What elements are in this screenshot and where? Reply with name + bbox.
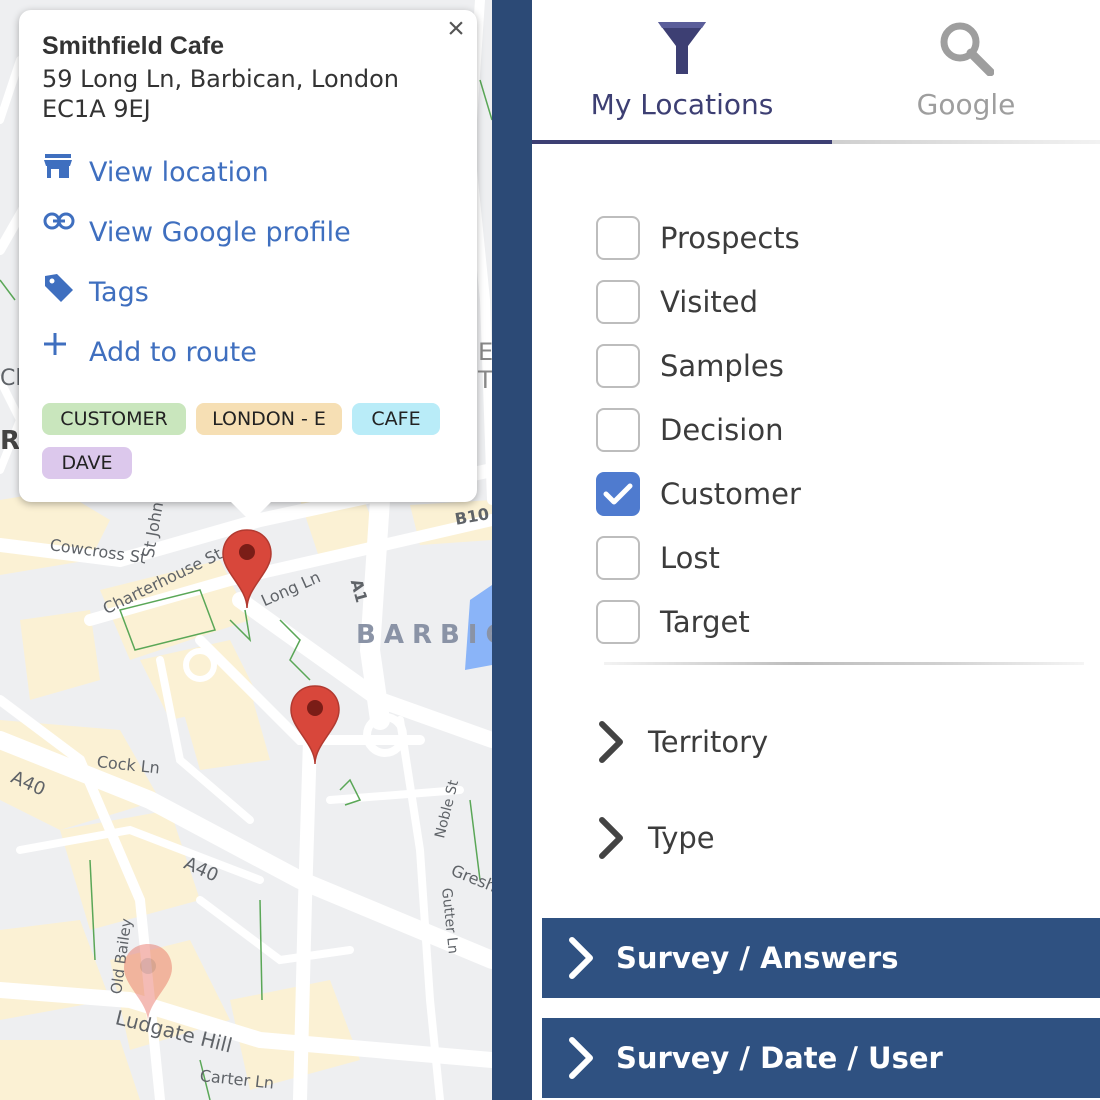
expander-label: Type bbox=[648, 821, 715, 855]
expander-territory[interactable]: Territory bbox=[596, 720, 768, 764]
filter-label: Samples bbox=[660, 349, 784, 383]
accordion-survey-answers[interactable]: Survey / Answers bbox=[542, 918, 1100, 998]
filter-prospects[interactable]: Prospects bbox=[596, 214, 800, 262]
tab-my-locations[interactable]: My Locations bbox=[532, 0, 832, 142]
map-edge-label: R bbox=[0, 426, 21, 456]
tag-icon bbox=[43, 274, 77, 309]
filter-decision[interactable]: Decision bbox=[596, 406, 783, 454]
chevron-right-icon bbox=[569, 1037, 593, 1079]
accordion-survey-date-user[interactable]: Survey / Date / User bbox=[542, 1018, 1100, 1098]
checkbox-checked[interactable] bbox=[596, 472, 640, 516]
filter-icon bbox=[656, 20, 708, 81]
filter-visited[interactable]: Visited bbox=[596, 278, 758, 326]
map-pin-faded[interactable] bbox=[122, 942, 174, 1022]
filter-target[interactable]: Target bbox=[596, 598, 750, 646]
section-divider bbox=[604, 662, 1084, 665]
popup-pointer bbox=[229, 500, 273, 522]
address-line-2: EC1A 9EJ bbox=[42, 95, 151, 123]
address-line-1: 59 Long Ln, Barbican, London bbox=[42, 65, 399, 93]
chevron-right-icon bbox=[599, 817, 623, 859]
tag-badge[interactable]: DAVE bbox=[42, 447, 132, 479]
view-location-label: View location bbox=[89, 156, 269, 188]
filter-label: Visited bbox=[660, 285, 759, 319]
store-icon bbox=[43, 154, 77, 189]
location-title: Smithfield Cafe bbox=[42, 32, 224, 60]
location-address: 59 Long Ln, Barbican, London EC1A 9EJ bbox=[42, 64, 399, 124]
location-info-popup: × Smithfield Cafe 59 Long Ln, Barbican, … bbox=[19, 10, 477, 502]
view-google-profile-label: View Google profile bbox=[89, 216, 351, 248]
filter-label: Lost bbox=[660, 541, 720, 575]
map-pin-selected[interactable] bbox=[221, 528, 273, 608]
checkbox[interactable] bbox=[596, 216, 640, 260]
tab-indicator-active bbox=[532, 140, 832, 144]
tab-indicator bbox=[832, 140, 1100, 144]
filter-label: Target bbox=[660, 605, 750, 639]
tags-label: Tags bbox=[89, 276, 149, 308]
district-label-barbican: BARBIC bbox=[356, 620, 492, 650]
panel-divider bbox=[492, 0, 532, 1100]
search-icon bbox=[938, 20, 995, 81]
add-to-route-link[interactable]: Add to route bbox=[43, 332, 257, 372]
filter-panel: My Locations Google Prospects Visited Sa… bbox=[532, 0, 1100, 1100]
checkbox[interactable] bbox=[596, 536, 640, 580]
add-to-route-label: Add to route bbox=[89, 336, 257, 368]
filter-customer[interactable]: Customer bbox=[596, 470, 801, 518]
tag-badge[interactable]: CUSTOMER bbox=[42, 403, 186, 435]
tab-google[interactable]: Google bbox=[832, 0, 1100, 142]
tab-label: My Locations bbox=[590, 88, 774, 121]
view-google-profile-link[interactable]: View Google profile bbox=[43, 212, 351, 252]
map-edge-label: E bbox=[478, 338, 492, 366]
tags-link[interactable]: Tags bbox=[43, 272, 149, 312]
chevron-right-icon bbox=[569, 937, 593, 979]
filter-lost[interactable]: Lost bbox=[596, 534, 720, 582]
link-icon bbox=[43, 212, 77, 249]
accordion-label: Survey / Date / User bbox=[616, 1041, 943, 1075]
expander-label: Territory bbox=[648, 725, 769, 759]
tab-label: Google bbox=[916, 88, 1016, 121]
tag-badge[interactable]: LONDON - E bbox=[196, 403, 342, 435]
plus-icon bbox=[43, 333, 77, 369]
filter-label: Prospects bbox=[660, 221, 800, 255]
checkmark-icon bbox=[603, 483, 633, 505]
checkbox[interactable] bbox=[596, 600, 640, 644]
tag-badge[interactable]: CAFE bbox=[352, 403, 440, 435]
filter-label: Decision bbox=[660, 413, 784, 447]
view-location-link[interactable]: View location bbox=[43, 152, 269, 192]
chevron-right-icon bbox=[599, 721, 623, 763]
map-pin[interactable] bbox=[289, 684, 341, 764]
filter-samples[interactable]: Samples bbox=[596, 342, 784, 390]
accordion-label: Survey / Answers bbox=[616, 941, 899, 975]
checkbox[interactable] bbox=[596, 344, 640, 388]
map-view[interactable]: Cowcross St St John Charterhouse St Long… bbox=[0, 0, 492, 1100]
filter-label: Customer bbox=[660, 477, 801, 511]
close-icon[interactable]: × bbox=[441, 14, 471, 44]
checkbox[interactable] bbox=[596, 408, 640, 452]
map-edge-label: T bbox=[478, 366, 492, 394]
expander-type[interactable]: Type bbox=[596, 816, 715, 860]
checkbox[interactable] bbox=[596, 280, 640, 324]
